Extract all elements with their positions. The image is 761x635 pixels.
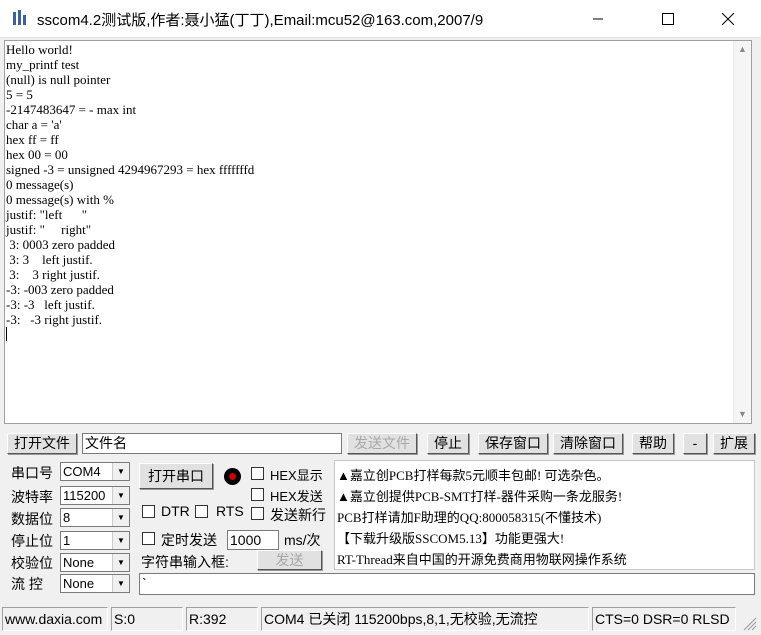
open-file-button[interactable]: 打开文件 <box>7 433 77 454</box>
period-unit: ms/次 <box>284 532 321 548</box>
save-window-button[interactable]: 保存窗口 <box>478 433 548 454</box>
baud-select[interactable]: 115200 ▼ <box>60 486 130 505</box>
terminal-line: char a = 'a' <box>6 117 62 132</box>
stopbits-label: 停止位 <box>11 533 53 549</box>
hex-display-label: HEX显示 <box>270 468 323 483</box>
chevron-down-icon: ▼ <box>112 532 129 549</box>
rts-label: RTS <box>216 503 244 519</box>
chevron-down-icon: ▼ <box>112 463 129 480</box>
parity-label: 校验位 <box>11 555 53 571</box>
flow-value: None <box>63 576 95 591</box>
baud-label: 波特率 <box>11 489 53 505</box>
send-newline-checkbox[interactable] <box>251 507 264 520</box>
status-lines: CTS=0 DSR=0 RLSD <box>592 607 736 631</box>
collapse-button[interactable]: - <box>683 433 707 454</box>
terminal-line: -3: -3 right justif. <box>6 312 103 327</box>
chevron-down-icon: ▼ <box>112 509 129 526</box>
stopbits-select[interactable]: 1 ▼ <box>60 531 130 550</box>
terminal-line: -2147483647 = - max int <box>6 102 137 117</box>
ad-line[interactable]: ▲嘉立创提供PCB-SMT打样-器件采购一条龙服务! <box>337 486 622 505</box>
scroll-up-icon[interactable]: ▲ <box>734 41 751 58</box>
flow-label: 流 控 <box>11 576 43 592</box>
terminal-line: 5 = 5 <box>6 87 33 102</box>
databits-select[interactable]: 8 ▼ <box>60 508 130 527</box>
terminal-line: 0 message(s) with % <box>6 192 114 207</box>
window-title: sscom4.2测试版,作者:聂小猛(丁丁),Email:mcu52@163.c… <box>37 12 484 29</box>
flow-select[interactable]: None ▼ <box>60 574 130 593</box>
port-value: COM4 <box>63 464 101 479</box>
send-newline-label: 发送新行 <box>270 507 326 523</box>
terminal-line: -3: -003 zero padded <box>6 282 114 297</box>
ad-panel: ▲嘉立创PCB打样每款5元顺丰包邮! 可选杂色。 ▲嘉立创提供PCB-SMT打样… <box>334 460 755 570</box>
terminal-line: 0 message(s) <box>6 177 74 192</box>
status-received: R:392 <box>186 607 258 631</box>
scroll-down-icon[interactable]: ▼ <box>734 406 751 423</box>
open-port-button[interactable]: 打开串口 <box>139 463 213 489</box>
minimize-button[interactable] <box>575 0 621 37</box>
expand-button[interactable]: 扩展 <box>713 433 755 454</box>
terminal-line: justif: " right" <box>6 222 92 237</box>
dtr-label: DTR <box>161 503 190 519</box>
status-sent: S:0 <box>111 607 183 631</box>
port-label: 串口号 <box>11 465 53 481</box>
terminal-line: 3: 3 right justif. <box>6 267 100 282</box>
parity-value: None <box>63 555 95 570</box>
databits-label: 数据位 <box>11 511 53 527</box>
title-bar: sscom4.2测试版,作者:聂小猛(丁丁),Email:mcu52@163.c… <box>0 0 761 38</box>
dtr-checkbox[interactable] <box>142 505 155 518</box>
port-led-icon <box>224 468 241 485</box>
ad-line[interactable]: RT-Thread来自中国的开源免费商用物联网操作系统 <box>337 549 627 568</box>
status-port: COM4 已关闭 115200bps,8,1,无校验,无流控 <box>261 607 589 631</box>
terminal-line: (null) is null pointer <box>6 72 111 87</box>
close-button[interactable] <box>705 0 751 37</box>
ad-line[interactable]: 【下载升级版SSCOM5.13】功能更强大! <box>337 528 564 547</box>
help-button[interactable]: 帮助 <box>632 433 674 454</box>
terminal-line: hex ff = ff <box>6 132 59 147</box>
resize-grip-icon[interactable] <box>741 615 757 631</box>
text-caret <box>6 327 734 342</box>
app-icon <box>13 10 26 25</box>
stop-button[interactable]: 停止 <box>427 433 469 454</box>
receive-terminal[interactable]: Hello world! my_printf test (null) is null… <box>4 40 752 424</box>
baud-value: 115200 <box>63 488 106 503</box>
period-input[interactable]: 1000 <box>227 530 279 550</box>
maximize-button[interactable] <box>645 0 691 37</box>
send-input[interactable]: ` <box>139 573 755 595</box>
ad-line[interactable]: ▲嘉立创PCB打样每款5元顺丰包邮! 可选杂色。 <box>337 465 610 484</box>
terminal-line: my_printf test <box>6 57 80 72</box>
chevron-down-icon: ▼ <box>112 487 129 504</box>
terminal-line: signed -3 = unsigned 4294967293 = hex ff… <box>6 162 255 177</box>
ad-line[interactable]: PCB打样请加F助理的QQ:800058315(不懂技术) <box>337 507 601 526</box>
timed-send-checkbox[interactable] <box>142 532 155 545</box>
terminal-scrollbar[interactable]: ▲ ▼ <box>733 41 751 423</box>
chevron-down-icon: ▼ <box>112 554 129 571</box>
timed-send-label: 定时发送 <box>161 532 217 548</box>
clear-window-button[interactable]: 清除窗口 <box>553 433 623 454</box>
maximize-icon <box>662 12 674 25</box>
parity-select[interactable]: None ▼ <box>60 553 130 572</box>
close-icon <box>722 12 734 25</box>
send-button[interactable]: 发送 <box>257 550 322 570</box>
terminal-line: Hello world! <box>6 42 73 57</box>
terminal-line: justif: "left " <box>6 207 88 222</box>
terminal-line: 3: 0003 zero padded <box>6 237 116 252</box>
input-label: 字符串输入框: <box>141 554 229 570</box>
send-file-button[interactable]: 发送文件 <box>347 433 417 454</box>
terminal-line: hex 00 = 00 <box>6 147 68 162</box>
chevron-down-icon: ▼ <box>112 575 129 592</box>
stopbits-value: 1 <box>63 533 71 548</box>
terminal-line: 3: 3 left justif. <box>6 252 93 267</box>
rts-checkbox[interactable] <box>195 505 208 518</box>
hex-send-checkbox[interactable] <box>251 488 264 501</box>
filename-input[interactable]: 文件名 <box>82 433 342 454</box>
status-website[interactable]: www.daxia.com <box>2 607 108 631</box>
minimize-icon <box>593 18 603 19</box>
terminal-text: Hello world! my_printf test (null) is null… <box>6 42 734 342</box>
terminal-line: -3: -3 left justif. <box>6 297 95 312</box>
hex-send-label: HEX发送 <box>270 489 323 504</box>
status-bar: www.daxia.com S:0 R:392 COM4 已关闭 115200b… <box>0 605 761 635</box>
port-select[interactable]: COM4 ▼ <box>60 462 130 481</box>
hex-display-checkbox[interactable] <box>251 467 264 480</box>
databits-value: 8 <box>63 510 71 525</box>
